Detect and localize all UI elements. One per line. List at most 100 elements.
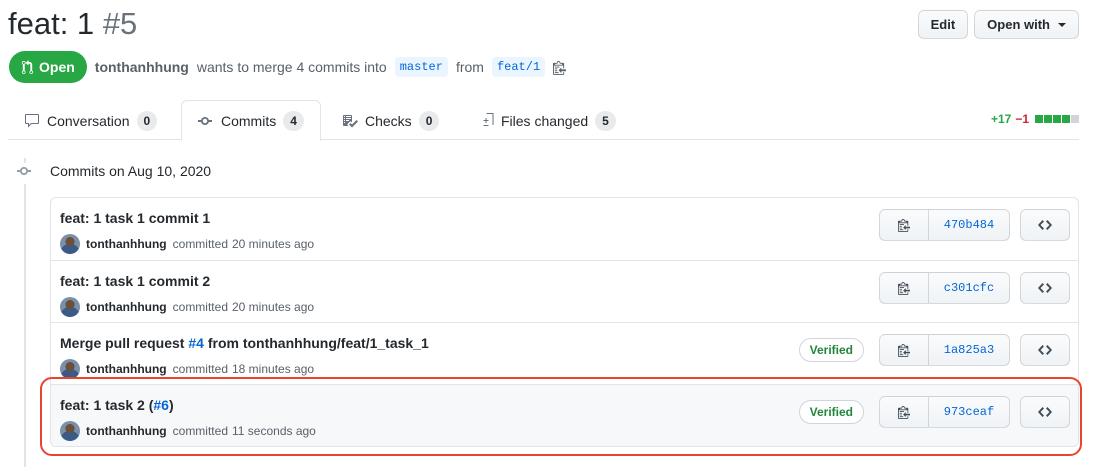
tab-checks-label: Checks <box>365 112 412 129</box>
merge-text: wants to merge 4 commits into <box>196 59 387 75</box>
diffstat-blocks <box>1035 115 1079 123</box>
commit-message-prefix[interactable]: feat: 1 task 2 ( <box>60 397 153 413</box>
commit-sha-link[interactable]: 1a825a3 <box>929 334 1010 366</box>
avatar[interactable] <box>60 421 80 441</box>
pr-title: feat: 1 #5 <box>8 2 137 46</box>
copy-sha-button[interactable] <box>879 396 929 428</box>
verified-badge[interactable]: Verified <box>798 400 864 424</box>
tab-checks-count: 0 <box>418 110 440 131</box>
copy-sha-button[interactable] <box>879 209 929 241</box>
browse-code-button[interactable] <box>1020 334 1070 366</box>
clipboard-icon[interactable] <box>553 60 567 75</box>
pull-request-icon <box>21 59 34 74</box>
pr-title-text: feat: 1 <box>8 6 95 41</box>
from-text: from <box>455 59 484 75</box>
commit-message-suffix[interactable]: ) <box>169 397 174 413</box>
diffstat-deletions: −1 <box>1015 112 1029 126</box>
tab-files-changed-count: 5 <box>595 110 616 131</box>
commit-author[interactable]: tonthanhhung <box>86 424 167 438</box>
code-icon <box>1038 345 1052 355</box>
clipboard-icon <box>898 282 910 295</box>
commit-action: committed <box>172 300 228 314</box>
commit-action: committed <box>172 237 228 251</box>
code-icon <box>1038 283 1052 293</box>
verified-badge[interactable]: Verified <box>798 338 864 362</box>
commit-list: feat: 1 task 1 commit 1 tonthanhhung com… <box>50 197 1079 447</box>
commit-message-prefix[interactable]: Merge pull request <box>60 335 188 351</box>
commit-message[interactable]: feat: 1 task 1 commit 2 <box>60 273 210 289</box>
pr-author-link[interactable]: tonthanhhung <box>95 59 189 75</box>
commit-message[interactable]: feat: 1 task 1 commit 1 <box>60 210 210 226</box>
pr-number: #5 <box>102 6 138 41</box>
timeline-heading: Commits on Aug 10, 2020 <box>50 163 212 179</box>
browse-code-button[interactable] <box>1020 396 1070 428</box>
timeline-commit-icon <box>17 163 33 184</box>
commit-row: feat: 1 task 1 commit 2 tonthanhhung com… <box>51 260 1078 322</box>
commit-author[interactable]: tonthanhhung <box>86 300 167 314</box>
tab-conversation-label: Conversation <box>47 112 130 129</box>
commit-action: committed <box>172 362 228 376</box>
diff-icon <box>483 112 494 126</box>
sha-button-group: 973ceaf <box>879 396 1010 428</box>
commit-icon <box>198 116 212 125</box>
commit-sha-link[interactable]: 470b484 <box>929 209 1010 241</box>
avatar[interactable] <box>60 359 80 379</box>
copy-sha-button[interactable] <box>879 334 929 366</box>
commit-time: 11 seconds ago <box>232 424 316 438</box>
open-with-button[interactable]: Open with <box>974 10 1079 39</box>
checklist-icon <box>343 114 358 127</box>
tab-files-changed-label: Files changed <box>501 112 589 129</box>
browse-code-button[interactable] <box>1020 272 1070 304</box>
diffstat-block <box>1035 115 1043 123</box>
commit-meta: tonthanhhung committed 20 minutes ago <box>60 297 314 317</box>
tab-conversation[interactable]: Conversation 0 <box>8 100 173 141</box>
sha-button-group: c301cfc <box>879 272 1010 304</box>
code-icon <box>1038 407 1052 417</box>
diffstat: +17 −1 <box>991 112 1079 126</box>
commit-sha-link[interactable]: 973ceaf <box>929 396 1010 428</box>
tab-commits[interactable]: Commits 4 <box>181 100 321 141</box>
commit-row: feat: 1 task 1 commit 1 tonthanhhung com… <box>51 198 1078 260</box>
pr-meta: Open tonthanhhung wants to merge 4 commi… <box>9 51 567 83</box>
copy-sha-button[interactable] <box>879 272 929 304</box>
pr-tabs: Conversation 0 Commits 4 Checks 0 Files … <box>8 100 1079 141</box>
avatar[interactable] <box>60 297 80 317</box>
commit-row: feat: 1 task 2 (#6) tonthanhhung committ… <box>51 384 1078 446</box>
edit-button[interactable]: Edit <box>917 10 969 39</box>
code-icon <box>1038 220 1052 230</box>
diffstat-block <box>1044 115 1052 123</box>
commit-meta: tonthanhhung committed 18 minutes ago <box>60 359 314 379</box>
commit-meta: tonthanhhung committed 20 minutes ago <box>60 234 314 254</box>
tab-files-changed[interactable]: Files changed 5 <box>464 100 632 141</box>
diffstat-block <box>1062 115 1070 123</box>
caret-down-icon <box>1058 22 1066 27</box>
commit-sha-link[interactable]: c301cfc <box>929 272 1010 304</box>
pull-request-link[interactable]: #6 <box>153 397 169 413</box>
commit-message-suffix[interactable]: from tonthanhhung/feat/1_task_1 <box>204 335 429 351</box>
commit-message: Merge pull request #4 from tonthanhhung/… <box>60 335 429 351</box>
clipboard-icon <box>898 219 910 232</box>
state-label: Open <box>39 59 75 75</box>
tab-checks[interactable]: Checks 0 <box>326 100 455 141</box>
clipboard-icon <box>898 406 910 419</box>
head-branch[interactable]: feat/1 <box>491 57 546 77</box>
commit-time: 20 minutes ago <box>232 300 315 314</box>
header-actions: Edit Open with <box>917 10 1079 39</box>
commit-message: feat: 1 task 2 (#6) <box>60 397 174 413</box>
pull-request-link[interactable]: #4 <box>188 335 204 351</box>
base-branch[interactable]: master <box>394 57 448 77</box>
commit-action: committed <box>172 424 228 438</box>
comment-icon <box>25 113 39 127</box>
commit-author[interactable]: tonthanhhung <box>86 362 167 376</box>
tab-commits-label: Commits <box>221 112 277 129</box>
state-badge: Open <box>9 51 87 83</box>
commit-meta: tonthanhhung committed 11 seconds ago <box>60 421 316 441</box>
commit-author[interactable]: tonthanhhung <box>86 237 167 251</box>
commit-row: Merge pull request #4 from tonthanhhung/… <box>51 322 1078 384</box>
browse-code-button[interactable] <box>1020 209 1070 241</box>
diffstat-block <box>1071 115 1079 123</box>
commit-time: 20 minutes ago <box>232 237 315 251</box>
avatar[interactable] <box>60 234 80 254</box>
sha-button-group: 470b484 <box>879 209 1010 241</box>
diffstat-block <box>1053 115 1061 123</box>
